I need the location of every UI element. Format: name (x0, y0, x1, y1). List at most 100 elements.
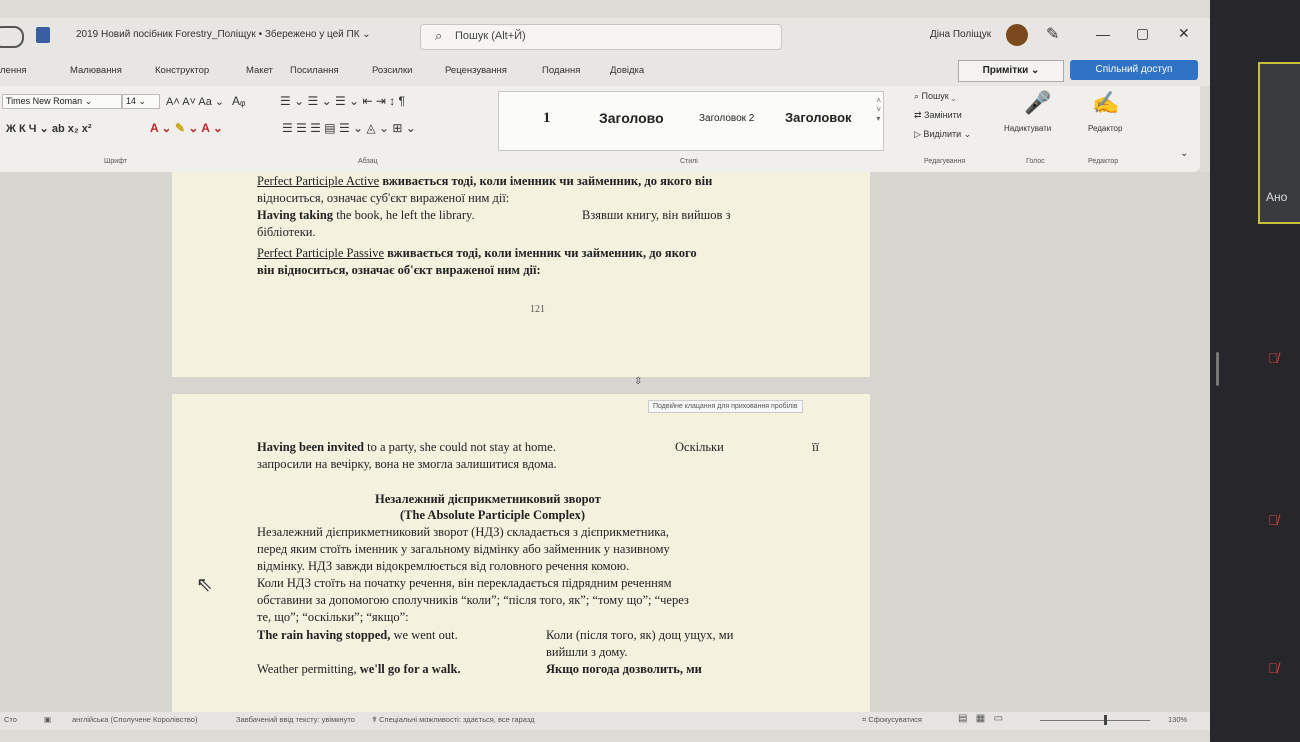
list-icons[interactable]: ☰ ⌄ ☰ ⌄ ☰ ⌄ ⇤ ⇥ ↕ ¶ (280, 94, 405, 108)
accessibility-indicator[interactable]: ☤ Спеціальні можливості: здається, все г… (372, 715, 535, 724)
doc-line: відмінку. НДЗ завжди відокремлюється від… (257, 559, 630, 573)
share-label: Спільний доступ (1095, 64, 1173, 75)
text-prediction-indicator[interactable]: Завбачений ввід тексту: увімкнуто (236, 715, 355, 724)
bold-button[interactable]: Ж К Ч ⌄ ab x₂ x² (6, 122, 92, 135)
paragraph-group-label: Абзац (358, 158, 378, 165)
notes-label: Примітки ⌄ (982, 65, 1040, 76)
font-group-label: Шрифт (104, 158, 128, 165)
tab-layout[interactable]: Макет (246, 65, 273, 76)
doc-line: її (812, 440, 819, 454)
pen-icon[interactable]: ✎ (1046, 24, 1059, 44)
tab-insert[interactable]: лення (0, 65, 26, 76)
search-box[interactable]: ⌕ Пошук (Alt+Й) (420, 24, 782, 50)
autosave-toggle[interactable] (0, 26, 24, 48)
participant-name: Ано (1266, 190, 1288, 204)
view-mode-icons[interactable]: ▤ ▦ ▭ (958, 713, 1003, 724)
avatar[interactable] (1006, 24, 1028, 46)
style-normal[interactable]: 1 (543, 110, 551, 127)
tab-mailings[interactable]: Розсилки (372, 65, 412, 76)
doc-line: Having taking the book, he left the libr… (257, 208, 475, 222)
find-label: Пошук (921, 91, 949, 101)
doc-line: The rain having stopped, we went out. (257, 628, 458, 642)
save-icon[interactable] (36, 27, 50, 43)
doc-line: Having been invited to a party, she coul… (257, 440, 556, 454)
doc-line: Коли (після того, як) дощ ущух, ми (546, 628, 734, 642)
tab-review[interactable]: Рецензування (445, 65, 507, 76)
font-name-select[interactable]: Times New Roman ⌄ (2, 94, 122, 109)
accessibility-label: Спеціальні можливості: здається, все гар… (379, 715, 535, 724)
ribbon: Times New Roman ⌄ 14 ⌄ A˄ A˅ Aa ⌄ Aᵩ Ж К… (0, 86, 1200, 173)
zoom-slider-thumb[interactable] (1104, 715, 1107, 725)
tab-help[interactable]: Довідка (610, 65, 644, 76)
doc-line: запросили на вечірку, вона не змогла зал… (257, 457, 557, 471)
align-icons[interactable]: ☰ ☰ ☰ ▤ ☰ ⌄ ◬ ⌄ ⊞ ⌄ (282, 121, 416, 135)
doc-line: бібліотеки. (257, 225, 316, 239)
tab-design[interactable]: Конструктор (155, 65, 209, 76)
panel-resize-handle[interactable] (1216, 352, 1219, 386)
doc-line: Perfect Participle Active вживається тод… (257, 174, 713, 188)
muted-mic-icon: 🎙̸ (1268, 512, 1279, 528)
document-title[interactable]: 2019 Новий посібник Forestry_Поліщук • З… (76, 29, 371, 40)
page-indicator[interactable]: Сто (4, 715, 17, 724)
document-area[interactable]: Perfect Participle Active вживається тод… (0, 172, 1210, 724)
page-121[interactable]: Perfect Participle Active вживається тод… (172, 172, 870, 377)
doc-line: Незалежний дієприкметниковий зворот (НДЗ… (257, 525, 669, 539)
doc-line: Якщо погода дозволить, ми (546, 662, 702, 676)
section-subheading: (The Absolute Participle Complex) (400, 508, 586, 522)
minimize-button[interactable]: — (1096, 26, 1110, 42)
microphone-icon[interactable]: 🎤 (1024, 90, 1051, 116)
tab-draw[interactable]: Малювання (70, 65, 122, 76)
tab-references[interactable]: Посилання (290, 65, 339, 76)
grow-font-icon[interactable]: A˄ A˅ Aa ⌄ (166, 95, 224, 108)
close-button[interactable]: ✕ (1178, 25, 1190, 42)
font-size-value: 14 (126, 96, 137, 106)
zoom-slider[interactable] (1040, 715, 1150, 725)
focus-button[interactable]: ⌗ Сфокусуватися (862, 715, 922, 725)
clear-format-icon[interactable]: Aᵩ (232, 94, 245, 108)
doc-line: відноситься, означає суб'єкт вираженої н… (257, 191, 510, 205)
find-button[interactable]: ⌕ Пошук ⌄ (914, 91, 955, 102)
styles-more-icon[interactable]: ˄ ˅ ▾ (876, 96, 881, 123)
font-color-button[interactable]: A ⌄ ✎ ⌄ A ⌄ (150, 121, 223, 135)
doc-line: Оскільки (675, 440, 724, 454)
doc-line: обставини за допомогою сполучників “коли… (257, 593, 689, 607)
select-label: Виділити (923, 129, 962, 139)
editing-group-label: Редагування (924, 158, 966, 165)
search-input[interactable]: Пошук (Alt+Й) (455, 30, 526, 42)
dictate-label[interactable]: Надиктувати (1004, 124, 1051, 133)
font-size-select[interactable]: 14 ⌄ (122, 94, 160, 109)
muted-mic-icon: 🎙̸ (1268, 350, 1279, 366)
ribbon-collapse-icon[interactable]: ⌄ (1180, 148, 1188, 159)
mouse-cursor-icon: ⇖ (196, 574, 213, 596)
language-indicator[interactable]: англійська (Сполучене Королівство) (72, 715, 197, 724)
replace-button[interactable]: ⇄ Замінити (914, 110, 962, 121)
select-button[interactable]: ▷ Виділити ⌄ (914, 129, 971, 140)
styles-gallery: 1 Заголово Заголовок 2 Заголовок ˄ ˅ ▾ (498, 91, 884, 151)
tab-view[interactable]: Подання (542, 65, 580, 76)
search-icon: ⌕ (435, 28, 443, 43)
share-button[interactable]: Спільний доступ (1070, 60, 1198, 80)
voice-group-label: Голос (1026, 158, 1045, 165)
doc-line: перед яким стоїть іменник у загальному в… (257, 542, 670, 556)
styles-group-label: Стилі (680, 158, 698, 165)
status-bar: Сто ▣ англійська (Сполучене Королівство)… (0, 712, 1210, 730)
doc-line: Perfect Participle Passive вживається то… (257, 246, 697, 260)
page-122[interactable]: Подвійне клацання для приховання пробілі… (172, 394, 870, 724)
maximize-button[interactable]: ▢ (1136, 25, 1149, 42)
doc-line: Взявши книгу, він вийшов з (582, 208, 731, 222)
tooltip: Подвійне клацання для приховання пробілі… (648, 400, 803, 413)
spelling-icon[interactable]: ▣ (44, 715, 51, 724)
doc-line: вийшли з дому. (546, 645, 628, 659)
page-gap-handle-icon[interactable]: ⇳ (634, 376, 642, 387)
user-name[interactable]: Діна Поліщук (930, 29, 991, 40)
style-heading1[interactable]: Заголово (599, 110, 664, 126)
zoom-level[interactable]: 130% (1168, 715, 1187, 724)
editor-label[interactable]: Редактор (1088, 124, 1122, 133)
style-heading3[interactable]: Заголовок (785, 110, 852, 125)
doc-line: те, що”; “оскільки”; “якщо”: (257, 610, 409, 624)
notes-button[interactable]: Примітки ⌄ (958, 60, 1064, 82)
doc-line: Weather permitting, we'll go for a walk. (257, 662, 461, 676)
style-heading2[interactable]: Заголовок 2 (699, 113, 754, 124)
editor-icon[interactable]: ✍ (1092, 90, 1119, 116)
word-window: 2019 Новий посібник Forestry_Поліщук • З… (0, 0, 1210, 742)
